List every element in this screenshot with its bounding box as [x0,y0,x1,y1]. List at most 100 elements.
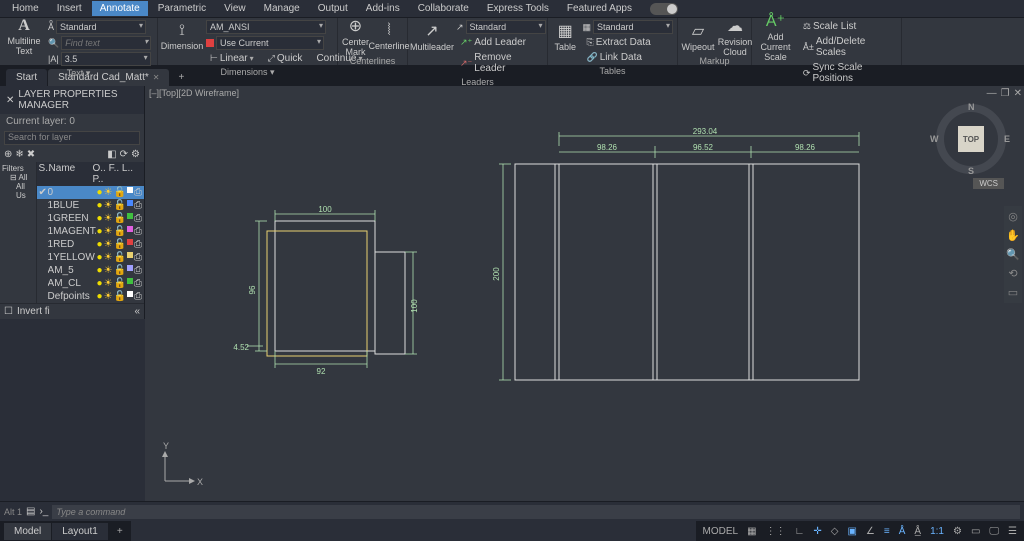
layer-row[interactable]: Defpoints●☀🔓⎙ [37,290,144,303]
menu-insert[interactable]: Insert [49,1,90,16]
table-style-dropdown[interactable]: Standard [593,20,673,34]
command-prompt-icon: ›_ [39,506,48,517]
freeze-layer-icon[interactable]: ❄ [15,149,23,160]
layer-row[interactable]: 1MAGENTA●☀🔓⎙ [37,225,144,238]
close-icon[interactable]: ✕ [153,73,160,82]
link-data-button[interactable]: 🔗Link Data [582,51,673,64]
menu-addins[interactable]: Add-ins [358,1,408,16]
refresh-icon[interactable]: ⟳ [120,149,128,160]
multileader-button[interactable]: ↗Multileader [412,20,452,54]
menu-express[interactable]: Express Tools [479,1,557,16]
svg-text:X: X [197,477,203,487]
sync-icon: ⟳ [803,68,811,79]
tree-item[interactable]: ⊟ All [2,173,34,182]
layout-tab-layout1[interactable]: Layout1 [52,523,108,540]
layer-row[interactable]: 1GREEN●☀🔓⎙ [37,212,144,225]
settings-icon[interactable]: ⚙ [131,149,140,160]
command-history: Alt 1 [4,507,22,517]
workspace-icon[interactable]: ▭ [968,526,983,537]
menu-annotate[interactable]: Annotate [92,1,148,16]
menu-home[interactable]: Home [4,1,47,16]
anno-auto-icon[interactable]: Å̲ [911,526,924,537]
layer-row[interactable]: 1RED●☀🔓⎙ [37,238,144,251]
lineweight-icon[interactable]: ≡ [881,526,893,537]
text-height-input[interactable]: 3.5 [61,52,151,66]
close-icon[interactable]: ✕ [6,95,14,106]
sync-scale-button[interactable]: ⟳Sync Scale Positions [799,61,897,85]
add-leader-icon: ↗⁺ [460,37,472,48]
panel-title: Markup [682,54,747,68]
layer-row[interactable]: ✔0●☀🔓⎙ [37,186,144,199]
customize-icon[interactable]: ☰ [1005,526,1020,537]
states-icon[interactable]: ◧ [107,149,116,160]
tree-item[interactable]: All Us [2,182,34,200]
add-layout-button[interactable]: + [109,523,131,540]
add-delete-scales-button[interactable]: Å±Add/Delete Scales [799,35,897,59]
menu-switch[interactable] [650,3,678,15]
center-mark-button[interactable]: ⊕Center Mark [342,20,369,54]
snap-icon[interactable]: ⋮⋮ [763,526,789,537]
otrack-icon[interactable]: ∠ [863,526,878,537]
grid-icon[interactable]: ▦ [744,526,759,537]
table-button[interactable]: ▦Table [552,20,578,54]
leader-style-dropdown[interactable]: Standard [466,20,546,34]
centerline-button[interactable]: ⦚Centerline [373,20,405,54]
text-style-dropdown[interactable]: Standard [56,20,146,34]
multiline-text-button[interactable]: A Multiline Text [4,20,44,54]
menu-featured[interactable]: Featured Apps [559,1,640,16]
command-line: Alt 1 ▤ ›_ Type a command [0,501,1024,521]
layout-tab-model[interactable]: Model [4,523,51,540]
layer-search-input[interactable]: Search for layer [4,131,140,145]
menu-collaborate[interactable]: Collaborate [410,1,477,16]
panel-title: Dimensions ▾ [162,65,333,80]
polar-icon[interactable]: ✛ [810,526,824,537]
linear-button[interactable]: ⊢Linear▾ [206,52,258,65]
panel-tables: ▦Table ▦Standard ⎘Extract Data 🔗Link Dat… [548,18,678,65]
gear-icon[interactable]: ⚙ [950,526,965,537]
menu-parametric[interactable]: Parametric [150,1,214,16]
dimension-button[interactable]: ⟟ Dimension [162,20,202,54]
command-menu-icon[interactable]: ▤ [26,506,35,517]
dim-layer-dropdown[interactable]: Use Current [216,36,324,50]
layout-tabs: Model Layout1 + [0,521,131,541]
scale[interactable]: 1:1 [927,526,947,537]
panel-title: Text ▾ [4,66,153,81]
command-input[interactable]: Type a command [52,505,1020,519]
height-icon: |A| [48,54,59,64]
svg-text:98.26: 98.26 [795,143,816,152]
wipeout-button[interactable]: ▱Wipeout [682,20,714,54]
iso-icon[interactable]: ◇ [828,526,842,537]
anno-icon[interactable]: Å [896,526,909,537]
revision-cloud-button[interactable]: ☁Revision Cloud [718,20,752,54]
svg-text:100: 100 [318,205,332,214]
layer-panel-header: ✕LAYER PROPERTIES MANAGER [0,86,144,114]
new-layer-icon[interactable]: ⊕ [4,149,12,160]
remove-leader-button[interactable]: ↗⁻Remove Leader [456,51,546,75]
collapse-icon[interactable]: « [134,306,140,317]
menu-output[interactable]: Output [310,1,356,16]
quick-button[interactable]: ⤢Quick [264,52,307,65]
remove-leader-icon: ↗⁻ [460,58,472,69]
extract-data-button[interactable]: ⎘Extract Data [582,36,673,49]
add-leader-button[interactable]: ↗⁺Add Leader [456,36,546,49]
layer-row[interactable]: 1YELLOW●☀🔓⎙ [37,251,144,264]
menu-view[interactable]: View [216,1,254,16]
leader-style-icon: ↗ [456,22,464,33]
scale-list-button[interactable]: ⚖Scale List [799,20,897,33]
layer-row[interactable]: AM_5●☀🔓⎙ [37,264,144,277]
osnap-icon[interactable]: ▣ [844,526,859,537]
layer-list: S..NameO.. F.. L.. P.. ✔0●☀🔓⎙1BLUE●☀🔓⎙1G… [37,162,144,303]
find-text-input[interactable]: Find text [61,36,151,50]
drawing-viewport[interactable]: [–][Top][2D Wireframe] — ❐ ✕ TOP N S E W… [145,86,1024,501]
dim-style-dropdown[interactable]: AM_ANSI [206,20,326,34]
invert-filter-checkbox[interactable]: ☐ [4,306,13,317]
status-model[interactable]: MODEL [700,526,742,537]
menu-manage[interactable]: Manage [256,1,308,16]
layer-row[interactable]: AM_CL●☀🔓⎙ [37,277,144,290]
delete-layer-icon[interactable]: ✖ [27,149,35,160]
ortho-icon[interactable]: ∟ [792,526,808,537]
layer-row[interactable]: 1BLUE●☀🔓⎙ [37,199,144,212]
monitor-icon[interactable]: 🖵 [986,526,1002,537]
add-current-scale-button[interactable]: Å⁺Add Current Scale [756,20,795,54]
leader-icon: ↗ [425,21,438,41]
